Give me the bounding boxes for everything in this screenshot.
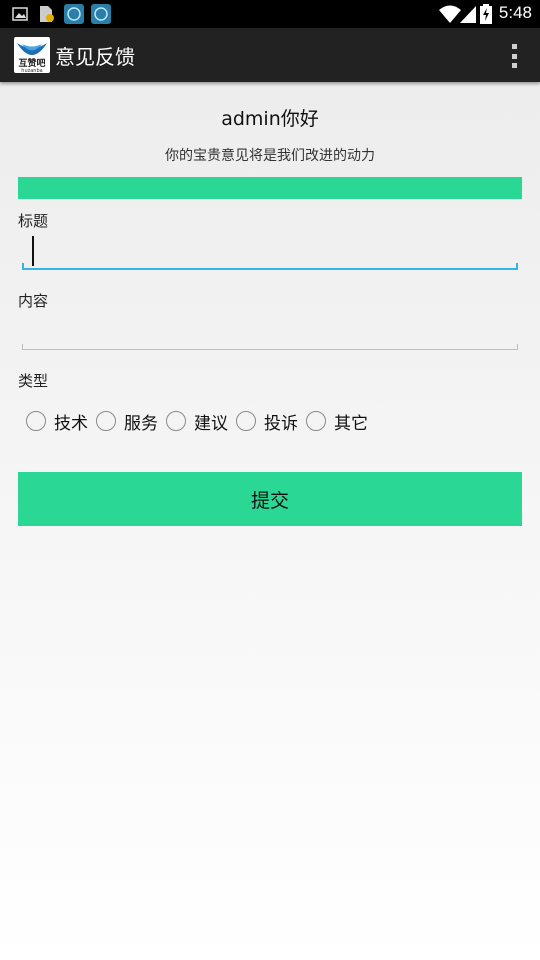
text-cursor: [32, 236, 34, 266]
content-input[interactable]: [22, 314, 518, 350]
radio-circle-icon[interactable]: [96, 411, 116, 431]
radio-option-other[interactable]: 其它: [306, 409, 368, 434]
radio-label: 投诉: [264, 413, 298, 434]
radio-option-service[interactable]: 服务: [96, 409, 158, 434]
content-label: 内容: [18, 292, 49, 310]
battery-icon: [480, 4, 492, 24]
type-label: 类型: [18, 372, 49, 390]
greeting-text: admin你好: [221, 108, 319, 130]
app-notification-icon: [91, 4, 111, 24]
header-divider-bar: [18, 177, 522, 199]
logo-subtext: huzanba: [21, 68, 42, 73]
app-logo: 互赞吧 huzanba: [14, 37, 50, 73]
app-notification-icon: [64, 4, 84, 24]
file-icon: [40, 6, 54, 22]
submit-button[interactable]: 提交: [18, 472, 522, 526]
radio-label: 服务: [124, 413, 158, 434]
title-label: 标题: [18, 212, 49, 230]
radio-option-suggestion[interactable]: 建议: [166, 409, 228, 434]
type-radio-group: 技术 服务 建议 投诉 其它: [26, 408, 376, 434]
status-time: 5:48: [498, 3, 532, 22]
radio-option-complaint[interactable]: 投诉: [236, 409, 298, 434]
overflow-menu-icon[interactable]: [510, 44, 518, 68]
image-icon: [12, 7, 28, 21]
radio-circle-icon[interactable]: [166, 411, 186, 431]
signal-icon: [460, 6, 476, 23]
radio-circle-icon[interactable]: [26, 411, 46, 431]
radio-circle-icon[interactable]: [236, 411, 256, 431]
status-bar: 5:48: [0, 0, 540, 28]
radio-label: 建议: [194, 413, 228, 434]
page-title: 意见反馈: [55, 45, 135, 69]
radio-label: 其它: [334, 413, 368, 434]
radio-option-tech[interactable]: 技术: [26, 409, 88, 434]
title-input[interactable]: [22, 234, 518, 270]
radio-label: 技术: [54, 413, 88, 434]
subtitle-text: 你的宝贵意见将是我们改进的动力: [165, 148, 375, 164]
radio-circle-icon[interactable]: [306, 411, 326, 431]
action-bar: 互赞吧 huzanba 意见反馈: [0, 28, 540, 82]
logo-icon: 互赞吧 huzanba: [17, 43, 47, 73]
